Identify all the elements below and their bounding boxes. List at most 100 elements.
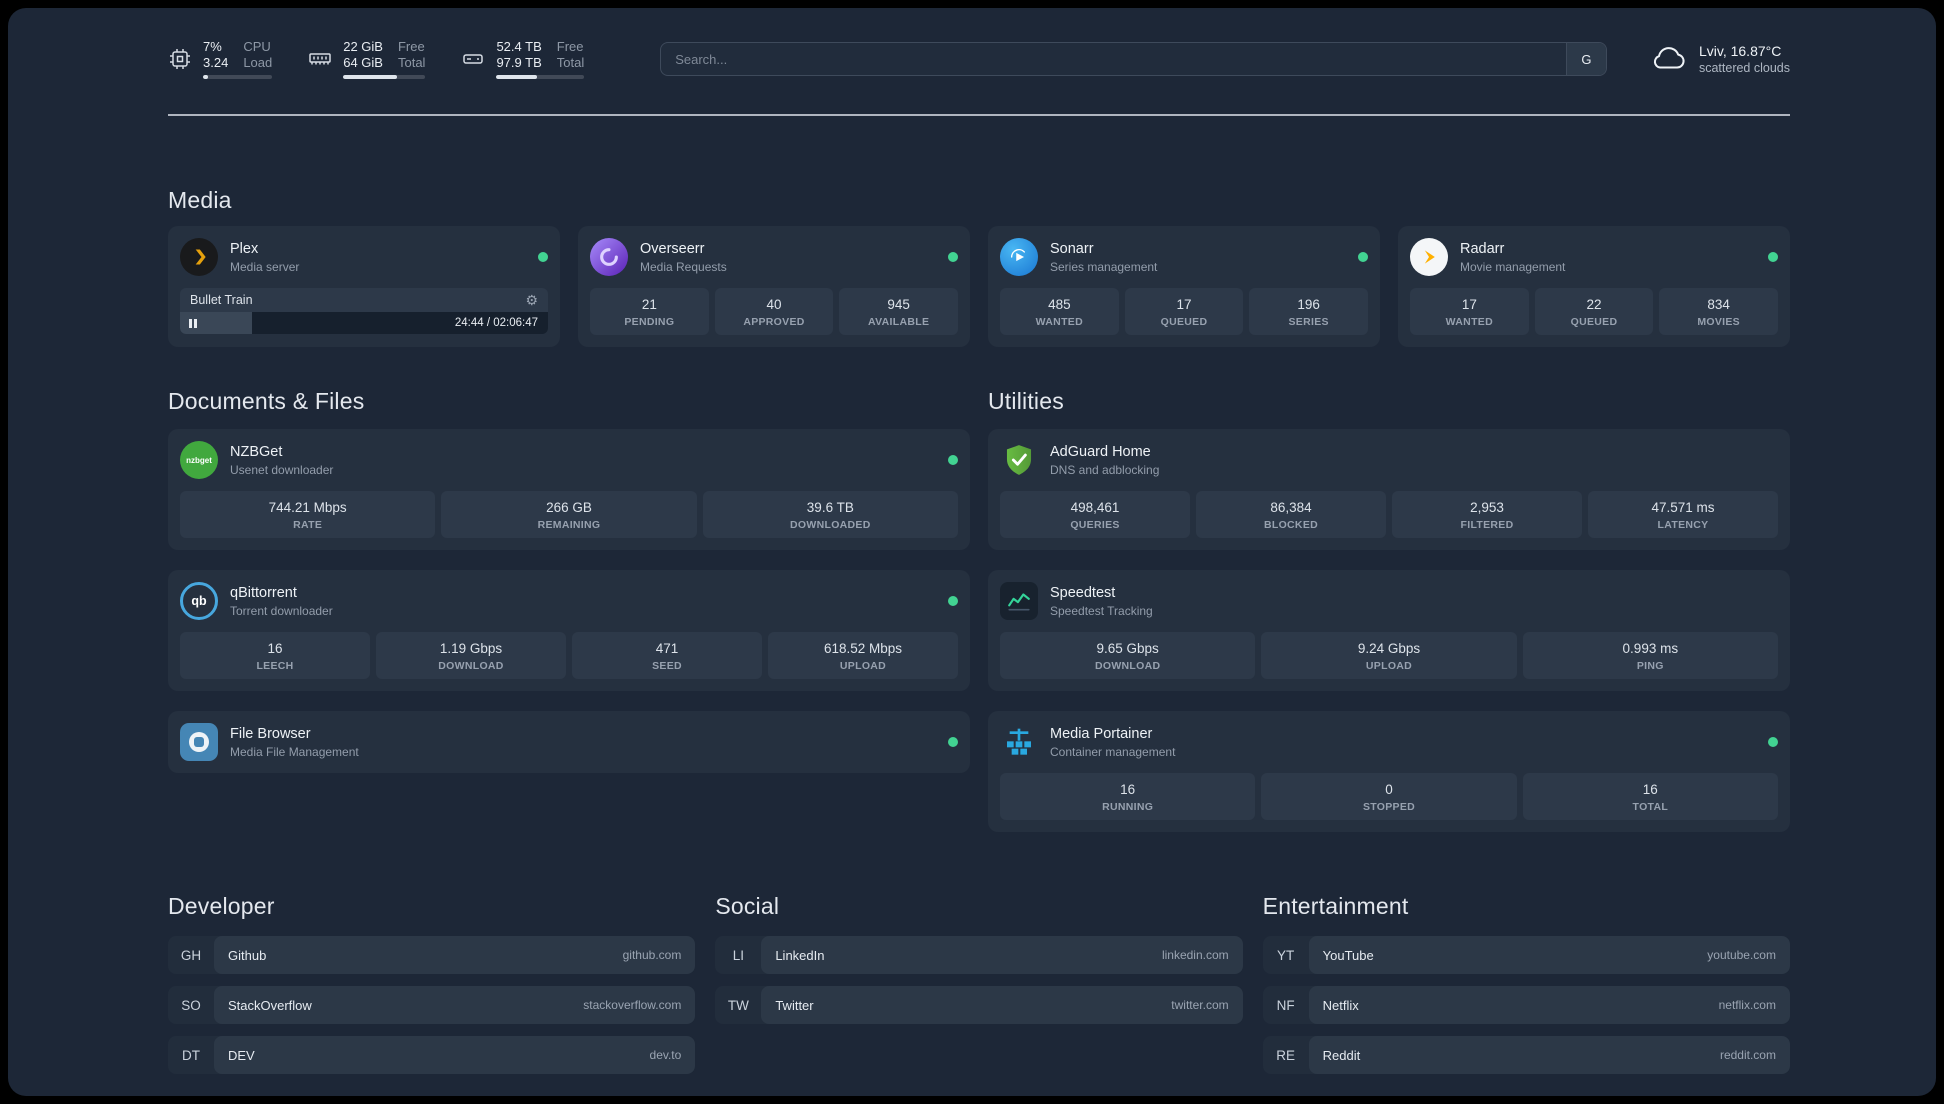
memory-free-value: 22 GiB [343,39,383,54]
stat-tile: 0.993 ms PING [1522,632,1778,679]
gear-icon[interactable]: ⚙ [525,293,538,307]
memory-progress-bar [343,75,426,79]
nzbget-icon: nzbget [180,441,218,479]
disk-free-value: 52.4 TB [496,39,542,54]
app-link-adguard[interactable]: AdGuard Home DNS and adblocking [1000,441,1778,479]
app-link-nzbget[interactable]: nzbget NZBGet Usenet downloader [180,441,958,479]
section-title-developer: Developer [168,893,275,919]
bookmark-abbr: GH [180,947,202,963]
app-name: Overseerr [640,241,705,257]
app-card-qbittorrent: qb qBittorrent Torrent downloader 16 LEEC… [168,570,970,691]
app-link-radarr[interactable]: Radarr Movie management [1410,238,1778,276]
bookmark-group-social: Social LI LinkedIn linkedin.com TW Twitte… [715,892,1243,1086]
bookmark-name: DEV [228,1047,255,1063]
app-link-qbittorrent[interactable]: qb qBittorrent Torrent downloader [180,582,958,620]
bookmark-twitter[interactable]: TW Twitter twitter.com [715,986,1243,1024]
bookmark-dev[interactable]: DT DEV dev.to [168,1036,696,1074]
documents-column: Documents & Files nzbget NZBGet Usenet d… [168,387,970,852]
stat-tile: 47.571 ms LATENCY [1588,491,1778,538]
memory-widget: 22 GiB 64 GiB Free Total [308,39,426,79]
stat-tile: 498,461 QUERIES [1000,491,1190,538]
topbar-divider [168,114,1790,116]
cpu-icon [168,47,192,71]
app-link-filebrowser[interactable]: File Browser Media File Management [180,723,958,761]
cpu-load-value: 3.24 [203,55,229,70]
stat-tile: 1.19 Gbps DOWNLOAD [376,632,566,679]
stat-tile: 945 AVAILABLE [839,288,958,335]
app-card-nzbget: nzbget NZBGet Usenet downloader 744.21 M… [168,429,970,550]
bookmark-reddit[interactable]: RE Reddit reddit.com [1262,1036,1790,1074]
app-link-portainer[interactable]: Media Portainer Container management [1000,723,1778,761]
bookmark-url: dev.to [649,1048,682,1062]
bookmark-abbr: DT [182,1047,200,1063]
bookmark-url: twitter.com [1171,998,1229,1012]
bookmark-abbr: YT [1277,947,1295,963]
memory-icon [308,47,332,71]
bookmark-netflix[interactable]: NF Netflix netflix.com [1262,986,1790,1024]
stat-tile: 16 TOTAL [1522,773,1778,820]
app-card-portainer: Media Portainer Container management 16 R… [988,711,1790,832]
plex-icon [180,238,218,276]
bookmark-url: github.com [622,948,682,962]
playback-progress-bar[interactable]: 24:44 / 02:06:47 [180,312,548,334]
app-link-overseerr[interactable]: Overseerr Media Requests [590,238,958,276]
stat-tile: 17 QUEUED [1124,288,1244,335]
app-name: NZBGet [230,444,283,460]
app-description: Media File Management [230,745,359,759]
bookmark-github[interactable]: GH Github github.com [168,936,696,974]
app-name: File Browser [230,726,311,742]
weather-widget: Lviv, 16.87°C scattered clouds [1651,42,1790,76]
bookmark-linkedin[interactable]: LI LinkedIn linkedin.com [715,936,1243,974]
stat-tile: 196 SERIES [1249,288,1368,335]
bookmark-stackoverflow[interactable]: SO StackOverflow stackoverflow.com [168,986,696,1024]
status-dot [1358,252,1368,262]
app-link-plex[interactable]: Plex Media server [180,238,548,276]
search-input[interactable] [661,43,1566,75]
disk-widget: 52.4 TB 97.9 TB Free Total [461,39,585,79]
bookmark-group-developer: Developer GH Github github.com SO StackOv… [168,892,696,1086]
media-card-grid: Plex Media server Bullet Train ⚙ 24:44 /… [168,226,1790,347]
weather-location: Lviv, 16.87°C [1698,43,1782,59]
app-link-speedtest[interactable]: Speedtest Speedtest Tracking [1000,582,1778,620]
search-provider-button[interactable]: G [1565,43,1606,75]
adguard-icon [1000,441,1038,479]
app-name: AdGuard Home [1050,444,1151,460]
stat-tile: 618.52 Mbps UPLOAD [768,632,958,679]
app-description: Torrent downloader [230,604,333,618]
search-bar[interactable]: G [660,42,1607,76]
stat-tile: 266 GB REMAINING [441,491,697,538]
status-dot [948,455,958,465]
disk-icon [461,47,485,71]
status-dot [1768,737,1778,747]
section-title-utilities: Utilities [988,388,1064,414]
app-name: Plex [230,241,259,257]
stat-tile: 834 MOVIES [1659,288,1778,335]
section-title-social: Social [715,893,780,919]
bookmark-abbr: SO [181,997,201,1013]
section-title-media: Media [168,187,232,213]
app-name: Sonarr [1050,241,1094,257]
pause-icon[interactable] [189,318,197,328]
status-dot [948,596,958,606]
stat-tile: 40 APPROVED [714,288,834,335]
cloud-icon [1651,43,1687,75]
bookmark-url: reddit.com [1719,1048,1776,1062]
plex-now-playing: Bullet Train ⚙ 24:44 / 02:06:47 [180,288,548,334]
stat-tile: 21 PENDING [590,288,709,335]
app-name: Speedtest [1050,585,1116,601]
stat-tile: 9.24 Gbps UPLOAD [1261,632,1517,679]
cpu-usage-value: 7% [203,39,222,54]
dashboard-panel: 7% 3.24 CPU Load 22 GiB 64 GiB Free Tota… [8,8,1936,1096]
stat-tile: 16 LEECH [180,632,370,679]
stat-tile: 17 WANTED [1410,288,1529,335]
utilities-column: Utilities AdGuard Home DNS and adblockin… [988,387,1790,852]
bookmark-name: LinkedIn [775,947,825,963]
status-dot [1768,252,1778,262]
app-link-sonarr[interactable]: Sonarr Series management [1000,238,1368,276]
cpu-label: CPU [243,39,271,54]
qbittorrent-icon: qb [180,582,218,620]
status-dot [948,252,958,262]
bookmark-youtube[interactable]: YT YouTube youtube.com [1262,936,1790,974]
bookmark-url: youtube.com [1707,948,1776,962]
speedtest-icon [1000,582,1038,620]
